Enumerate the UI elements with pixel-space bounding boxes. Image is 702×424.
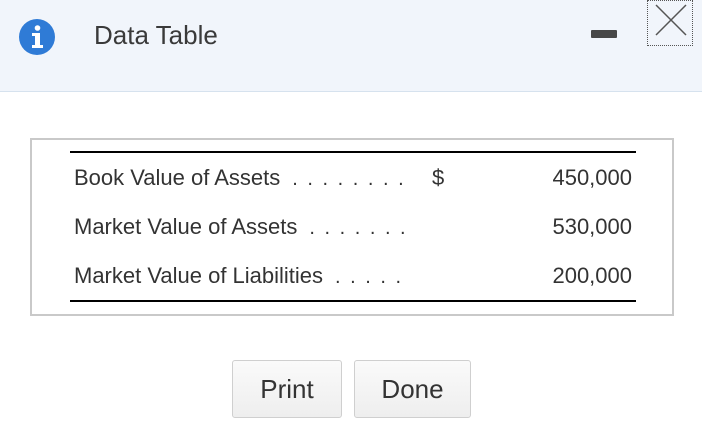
- minimize-icon: [591, 30, 617, 38]
- close-icon: [655, 4, 687, 36]
- row-label: Market Value of Liabilities: [74, 262, 324, 288]
- row-value: 530,000: [552, 213, 632, 239]
- print-button[interactable]: Print: [232, 360, 342, 418]
- data-table: Book Value of Assets . . . . . . . . $450,…: [70, 151, 636, 302]
- dialog-titlebar: Data Table: [0, 0, 702, 92]
- row-leader-dots: . . . . . . .: [309, 216, 408, 239]
- row-label: Book Value of Assets: [74, 164, 281, 190]
- row-label: Market Value of Assets: [74, 213, 298, 239]
- row-currency: $: [432, 164, 445, 190]
- row-leader-dots: . . . . . . . .: [292, 167, 406, 190]
- row-currency: [432, 202, 472, 251]
- table-row: Market Value of Assets . . . . . . . 530,0…: [70, 202, 636, 251]
- done-button[interactable]: Done: [354, 360, 471, 418]
- close-button[interactable]: [647, 0, 693, 46]
- minimize-button[interactable]: [589, 18, 621, 50]
- row-value: 450,000: [552, 164, 632, 190]
- data-table-panel: Book Value of Assets . . . . . . . . $450,…: [30, 138, 674, 316]
- info-icon: [19, 19, 55, 55]
- dialog-title: Data Table: [94, 20, 218, 50]
- row-currency: [432, 251, 472, 301]
- table-row: Book Value of Assets . . . . . . . . $450,…: [70, 152, 636, 202]
- row-leader-dots: . . . . .: [335, 265, 404, 288]
- table-row: Market Value of Liabilities . . . . . 200,…: [70, 251, 636, 301]
- row-value: 200,000: [552, 262, 632, 288]
